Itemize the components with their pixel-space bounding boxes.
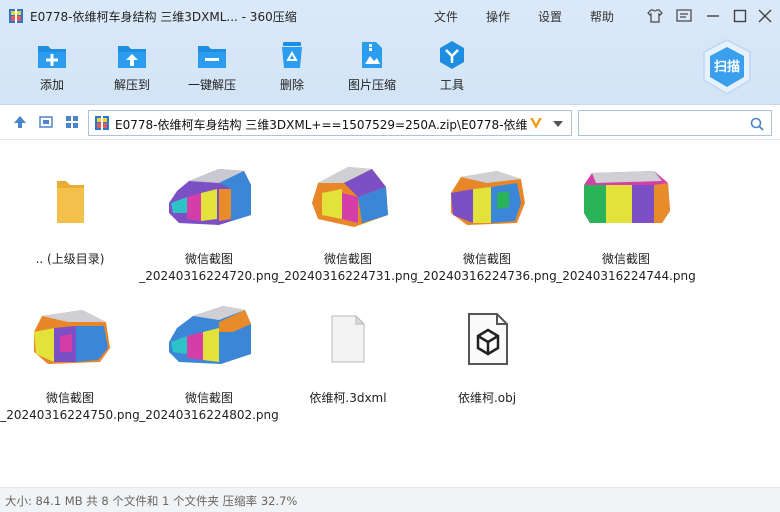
file-name: 微信截图 _20240316224720.png — [139, 252, 279, 283]
image-compress-button[interactable]: 图片压缩 — [337, 40, 407, 100]
image-thumbnail — [584, 171, 670, 223]
image-thumbnail — [169, 306, 251, 364]
image-thumbnail — [169, 169, 251, 225]
extract-to-icon — [118, 46, 146, 68]
search-box[interactable] — [578, 110, 772, 136]
skin-icon[interactable] — [646, 7, 664, 25]
scan-button[interactable]: 扫描 — [700, 38, 754, 96]
toolbar: 添加 解压到 一键解压 删除 图片压缩 工具 — [0, 32, 780, 98]
menu-operation[interactable]: 操作 — [486, 8, 510, 25]
blank-document-icon — [331, 314, 366, 363]
verified-check-icon — [530, 118, 542, 129]
extract-to-label: 解压到 — [113, 78, 150, 92]
image-thumbnail — [312, 167, 388, 227]
tools-label: 工具 — [439, 78, 464, 92]
feedback-icon[interactable] — [675, 7, 693, 25]
scan-label: 扫描 — [714, 59, 740, 75]
menu-help[interactable]: 帮助 — [590, 8, 614, 25]
extract-to-button[interactable]: 解压到 — [97, 40, 167, 100]
up-arrow-icon[interactable] — [12, 114, 28, 130]
file-item[interactable]: 微信截图 _20240316224744.png — [556, 145, 696, 283]
app-window: E0778-依维柯车身结构 三维3DXML... - 360压缩 文件 操作 设… — [0, 0, 780, 512]
menu-settings[interactable]: 设置 — [538, 8, 562, 25]
path-dropdown-icon[interactable] — [553, 120, 563, 128]
folder-icon — [57, 181, 84, 223]
maximize-icon[interactable] — [731, 7, 749, 25]
file-item[interactable]: 依维柯.obj — [417, 284, 557, 414]
image-thumbnail — [451, 171, 525, 225]
delete-label: 删除 — [279, 78, 304, 92]
close-icon[interactable] — [756, 7, 774, 25]
app-logo-icon — [9, 9, 23, 23]
file-name: 依维柯.obj — [457, 391, 517, 405]
file-item[interactable]: 微信截图 _20240316224750.png — [0, 284, 140, 422]
3d-object-file-icon — [468, 313, 508, 365]
file-item[interactable]: 微信截图 _20240316224720.png — [139, 145, 279, 283]
image-compress-label: 图片压缩 — [347, 78, 396, 92]
file-name: 微信截图 _20240316224802.png — [139, 391, 279, 422]
top-panel: E0778-依维柯车身结构 三维3DXML... - 360压缩 文件 操作 设… — [0, 0, 780, 104]
minimize-icon[interactable] — [704, 7, 722, 25]
add-label: 添加 — [39, 78, 64, 92]
title-bar: E0778-依维柯车身结构 三维3DXML... - 360压缩 文件 操作 设… — [0, 0, 780, 32]
file-name: 依维柯.3dxml — [309, 391, 387, 405]
grid-view-icon[interactable] — [64, 114, 80, 130]
window-title: E0778-依维柯车身结构 三维3DXML... - 360压缩 — [30, 10, 297, 24]
file-item[interactable]: 依维柯.3dxml — [278, 284, 418, 414]
address-bar: E0778-依维柯车身结构 三维3DXML+==1507529=250A.zip… — [0, 104, 780, 140]
one-click-extract-button[interactable]: 一键解压 — [177, 40, 247, 100]
add-icon — [38, 46, 66, 68]
details-view-icon[interactable] — [38, 114, 54, 130]
file-item[interactable]: 微信截图 _20240316224731.png — [278, 145, 418, 283]
file-item[interactable]: 微信截图 _20240316224802.png — [139, 284, 279, 422]
add-button[interactable]: 添加 — [17, 40, 87, 100]
image-compress-icon — [362, 42, 382, 68]
file-name: 微信截图 _20240316224736.png — [417, 252, 557, 283]
file-item-parent-folder[interactable]: .. (上级目录) — [0, 145, 140, 275]
path-text: E0778-依维柯车身结构 三维3DXML+==1507529=250A.zip… — [115, 118, 527, 132]
file-name: 微信截图 _20240316224731.png — [278, 252, 418, 283]
file-name: 微信截图 _20240316224744.png — [556, 252, 696, 283]
file-name: 微信截图 _20240316224750.png — [0, 391, 140, 422]
image-thumbnail — [34, 310, 110, 364]
one-click-extract-label: 一键解压 — [187, 78, 236, 92]
archive-icon — [95, 116, 109, 130]
file-grid: .. (上级目录) 微信截图 _20240316224720.png 微信截图 … — [0, 141, 780, 487]
menu-file[interactable]: 文件 — [434, 8, 458, 25]
file-item[interactable]: 微信截图 _20240316224736.png — [417, 145, 557, 283]
search-icon[interactable] — [749, 116, 765, 132]
file-name: .. (上级目录) — [35, 252, 105, 266]
recycle-bin-icon — [282, 42, 302, 68]
tools-icon — [440, 41, 464, 69]
tools-button[interactable]: 工具 — [417, 40, 487, 100]
one-click-extract-icon — [198, 46, 226, 68]
path-field[interactable]: E0778-依维柯车身结构 三维3DXML+==1507529=250A.zip… — [88, 110, 572, 136]
status-text: 大小: 84.1 MB 共 8 个文件和 1 个文件夹 压缩率 32.7% — [5, 494, 298, 508]
scan-shield-icon: 扫描 — [703, 39, 751, 95]
status-bar: 大小: 84.1 MB 共 8 个文件和 1 个文件夹 压缩率 32.7% — [0, 487, 780, 512]
delete-button[interactable]: 删除 — [257, 40, 327, 100]
